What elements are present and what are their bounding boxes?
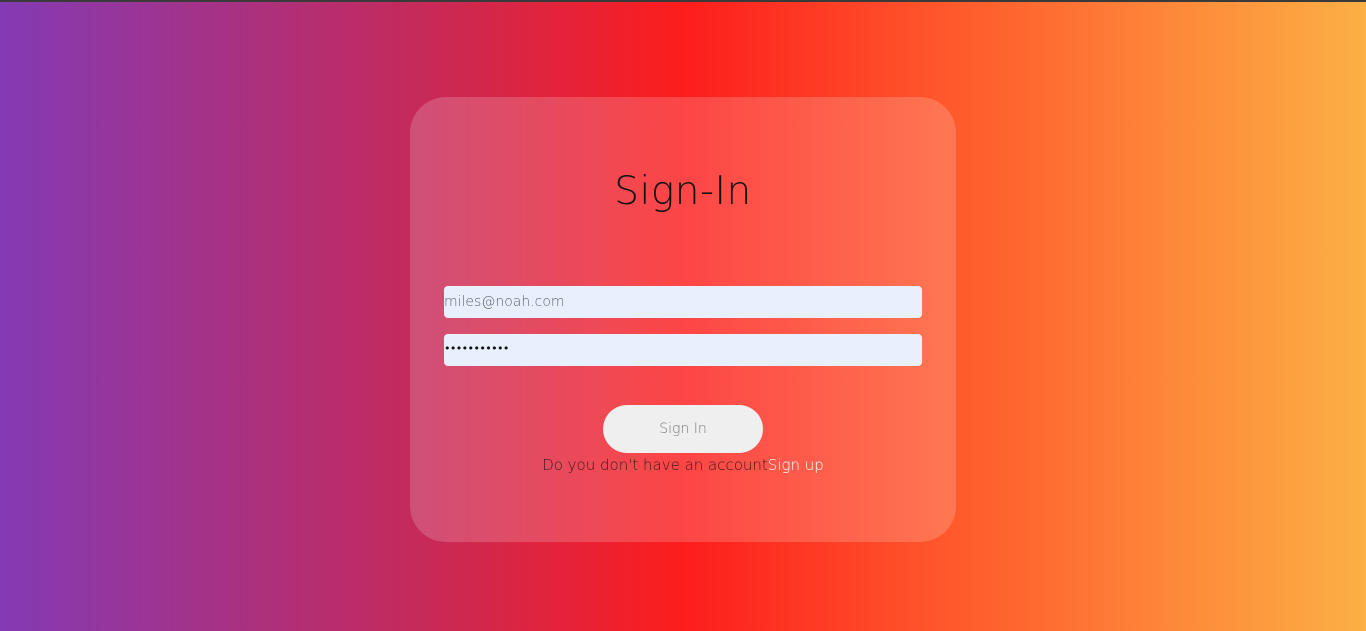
signup-prompt-text: Do you don't have an account (542, 456, 768, 474)
signin-card (410, 97, 956, 542)
sign-in-button[interactable]: Sign In (603, 405, 763, 453)
window-top-edge (0, 0, 1366, 2)
page-title: Sign-In (614, 169, 752, 214)
password-field[interactable] (444, 334, 922, 366)
sign-up-link[interactable]: Sign up (768, 456, 824, 474)
email-field[interactable] (444, 286, 922, 318)
signup-prompt-line: Do you don't have an accountSign up (0, 455, 1366, 475)
